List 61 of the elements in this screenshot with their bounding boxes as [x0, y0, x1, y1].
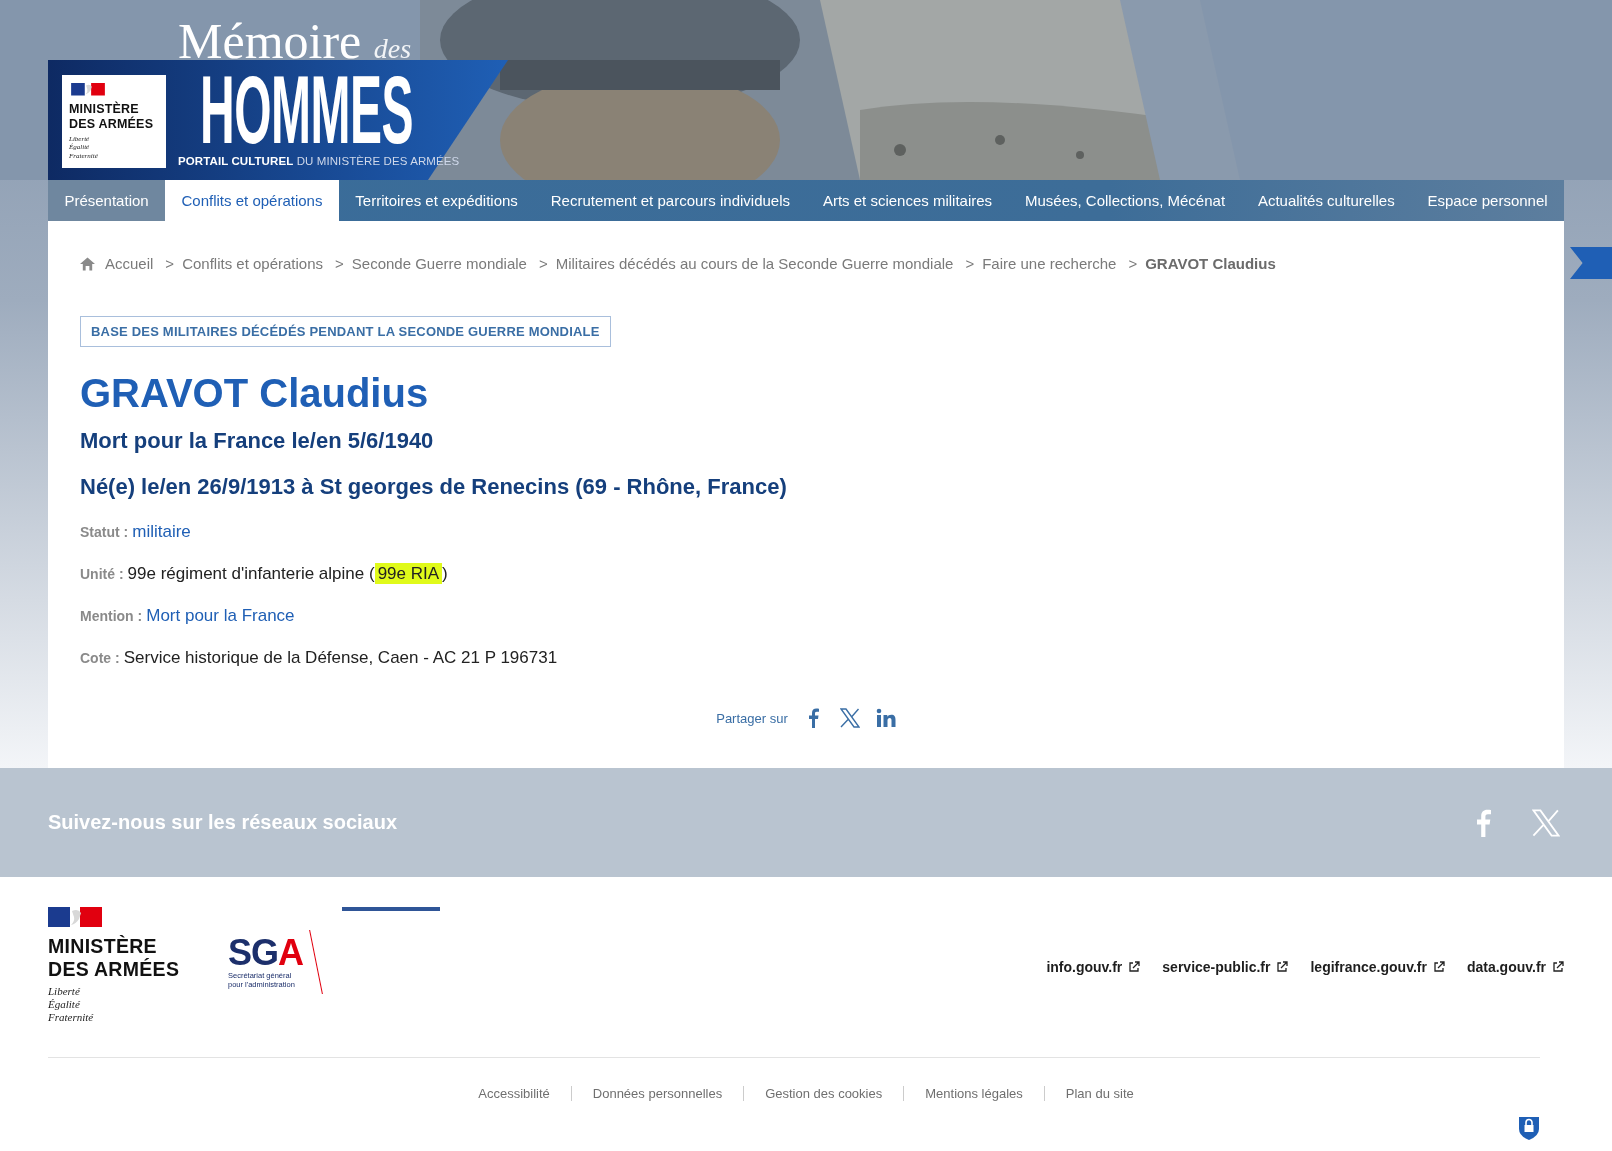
- nav-tab[interactable]: Territoires et expéditions: [338, 180, 535, 221]
- breadcrumb-separator: >: [965, 255, 975, 272]
- external-link[interactable]: data.gouv.fr: [1466, 959, 1564, 975]
- breadcrumb-separator: >: [335, 255, 344, 272]
- nav-tab[interactable]: Conflits et opérations: [165, 180, 339, 221]
- ministry-name: DES ARMÉES: [69, 116, 155, 132]
- shield-lock-icon[interactable]: [1518, 1115, 1540, 1141]
- flag-icon: [69, 83, 107, 96]
- nav-tab[interactable]: Musées, Collections, Mécénat: [1008, 180, 1242, 221]
- breadcrumb-link[interactable]: GRAVOT Claudius: [1145, 255, 1276, 272]
- nav-tab[interactable]: Arts et sciences militaires: [806, 180, 1009, 221]
- sga-wordmark: SGA: [228, 935, 304, 971]
- person-name: GRAVOT Claudius: [80, 371, 430, 416]
- nav-tab[interactable]: Espace personnel: [1411, 180, 1565, 221]
- breadcrumb-link[interactable]: Seconde Guerre mondiale: [351, 255, 527, 272]
- breadcrumb-separator: >: [538, 255, 548, 272]
- birth-line: Né(e) le/en 26/9/1913 à St georges de Renecins (69 - Rhône, France): [80, 474, 788, 500]
- external-link[interactable]: service-public.fr: [1162, 959, 1289, 975]
- field-label: Cote :: [80, 650, 120, 666]
- footer-link[interactable]: Accessibilité: [457, 1086, 571, 1101]
- nav-tab[interactable]: Présentation: [48, 180, 166, 221]
- field-link[interactable]: militaire: [132, 522, 191, 542]
- field-value: Service historique de la Défense, Caen - AC 21 P 196731: [123, 648, 558, 668]
- external-link-icon: [1128, 961, 1141, 973]
- field-label: Unité :: [80, 566, 124, 582]
- footer-link[interactable]: Mentions légales: [903, 1086, 1044, 1101]
- nav-tab[interactable]: Recrutement et parcours individuels: [534, 180, 807, 221]
- home-icon[interactable]: [80, 256, 95, 271]
- breadcrumb-separator: >: [165, 255, 175, 272]
- footer-link[interactable]: Données personnelles: [570, 1086, 744, 1101]
- footer-link[interactable]: Plan du site: [1043, 1086, 1155, 1101]
- field-value: 99e régiment d'infanterie alpine ( 99e RIA ): [127, 564, 448, 584]
- breadcrumb-link[interactable]: Faire une recherche: [982, 255, 1117, 272]
- ministry-name: MINISTÈRE: [69, 101, 140, 116]
- ministry-name: DES ARMÉES: [48, 958, 181, 981]
- external-link-icon: [1432, 961, 1445, 973]
- site-title: Mémoire des: [178, 12, 412, 70]
- category-badge: BASE DES MILITAIRES DÉCÉDÉS PENDANT LA SECONDE GUERRE MONDIALE: [80, 316, 611, 347]
- field-link[interactable]: Mort pour la France: [146, 606, 295, 626]
- external-link-icon: [1552, 961, 1564, 973]
- footer-link[interactable]: Gestion des cookies: [743, 1086, 904, 1101]
- field-label: Mention :: [80, 608, 143, 624]
- nav-tab[interactable]: Actualités culturelles: [1241, 180, 1412, 221]
- external-link[interactable]: legifrance.gouv.fr: [1310, 959, 1445, 975]
- breadcrumb-link[interactable]: Accueil: [105, 255, 154, 272]
- social-heading: Suivez-nous sur les réseaux sociaux: [48, 811, 398, 834]
- flag-icon: [48, 907, 102, 927]
- breadcrumb-separator: >: [1128, 255, 1138, 272]
- motto: Liberté Égalité Fraternité: [48, 985, 95, 1024]
- field-label: Statut :: [80, 524, 129, 540]
- breadcrumb-link[interactable]: Militaires décédés au cours de la Seconde Guerre mondiale: [555, 255, 954, 272]
- ministry-logo[interactable]: MINISTÈRE DES ARMÉES Liberté Égalité Fraternité: [48, 907, 228, 1024]
- side-tab[interactable]: [1570, 247, 1612, 279]
- ministry-name: MINISTÈRE: [48, 935, 158, 958]
- share-label: Partager sur: [716, 710, 788, 726]
- linkedin-icon[interactable]: [875, 708, 896, 728]
- death-line: Mort pour la France le/en 5/6/1940: [80, 428, 435, 454]
- external-link[interactable]: info.gouv.fr: [1046, 959, 1141, 975]
- x-icon[interactable]: [839, 708, 860, 728]
- external-link-icon: [1276, 961, 1289, 973]
- breadcrumb-link[interactable]: Conflits et opérations: [182, 255, 324, 272]
